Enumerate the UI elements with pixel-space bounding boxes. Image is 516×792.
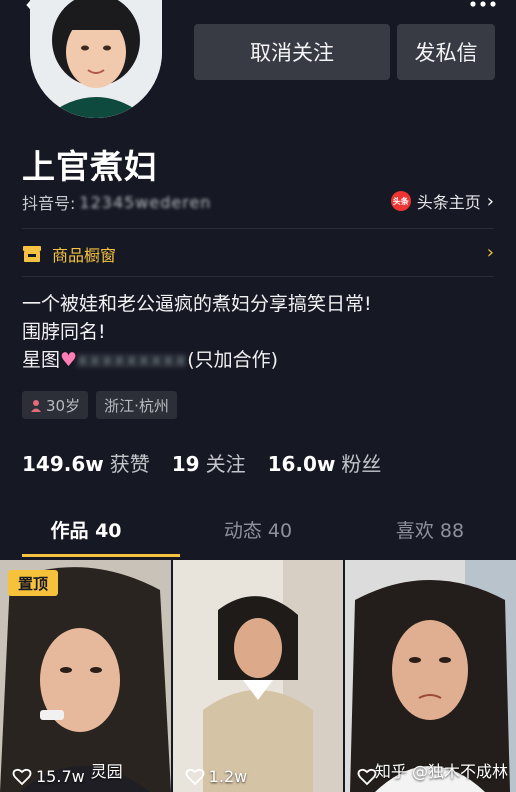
video-thumbnail[interactable]: 1.2w [172, 560, 344, 792]
bio-line: 围脖同名! [22, 321, 106, 343]
douyin-id-row: 抖音号: 12345wederen [22, 190, 211, 214]
toutiao-homepage-link[interactable]: 头条 头条主页 › [390, 189, 494, 213]
toutiao-logo-icon: 头条 [390, 191, 411, 211]
bio-line: 一个被娃和老公逼疯的煮妇分享搞笑日常! [22, 293, 372, 315]
fans-count[interactable]: 16.0w [268, 452, 336, 476]
avatar[interactable] [30, 0, 162, 118]
toutiao-label: 头条主页 [416, 193, 481, 212]
tab-likes[interactable]: 喜欢 88 [344, 516, 516, 558]
video-grid: 置顶 15.7w 灵园 1.2w 知乎 @独木不成林 [0, 560, 516, 792]
video-likes-count: 15.7w [36, 767, 85, 786]
heart-outline-icon [12, 768, 32, 785]
active-tab-indicator [22, 554, 180, 557]
video-likes-count: 1.2w [208, 767, 248, 786]
video-thumbnail-image [172, 560, 344, 792]
following-count[interactable]: 19 [172, 452, 200, 476]
female-icon [31, 399, 41, 412]
video-thumbnail[interactable]: 置顶 15.7w 灵园 [0, 560, 171, 792]
pinned-badge: 置顶 [8, 570, 59, 596]
tab-dynamics[interactable]: 动态 40 [172, 516, 344, 558]
stats-row: 149.6w 获赞 19 关注 16.0w 粉丝 [22, 448, 403, 477]
fans-label[interactable]: 粉丝 [341, 448, 381, 477]
blurred-contact: xxxxxxxxx [77, 349, 188, 371]
following-label[interactable]: 关注 [206, 448, 246, 477]
product-showcase-link[interactable]: 商品橱窗 › [22, 240, 494, 268]
bio: 一个被娃和老公逼疯的煮妇分享搞笑日常! 围脖同名! 星图♥xxxxxxxxx(只… [22, 290, 372, 374]
likes-count: 149.6w [22, 452, 104, 476]
content-tabs: 作品 40 动态 40 喜欢 88 [0, 516, 516, 558]
location-tag: 浙江·杭州 [96, 391, 177, 419]
pink-heart-icon: ♥ [60, 349, 78, 371]
zhihu-watermark: 知乎 @独木不成林 [374, 762, 509, 781]
video-likes: 1.2w [185, 767, 248, 786]
chevron-right-icon: › [486, 242, 494, 263]
likes-label: 获赞 [109, 452, 150, 476]
heart-outline-icon [185, 768, 205, 785]
more-icon[interactable] [468, 0, 498, 10]
product-showcase-label: 商品橱窗 [52, 246, 117, 265]
chevron-right-icon: › [486, 190, 494, 212]
video-overlay-text: 灵园 [90, 762, 123, 781]
bio-line-prefix: 星图 [22, 349, 61, 371]
bio-line-suffix: (只加合作) [187, 349, 279, 371]
shop-icon [23, 246, 41, 262]
profile-name: 上官煮妇 [22, 147, 158, 186]
divider [22, 228, 494, 229]
douyin-id-value: 12345wederen [79, 192, 212, 212]
location-label: 浙江·杭州 [104, 396, 169, 415]
douyin-id-label: 抖音号: [22, 194, 76, 213]
send-message-button[interactable]: 发私信 [397, 24, 495, 80]
bio-line: 星图♥xxxxxxxxx(只加合作) [22, 346, 372, 374]
age-label: 30岁 [46, 396, 81, 415]
avatar-image [30, 0, 162, 118]
profile-tags: 30岁 浙江·杭州 [22, 391, 177, 419]
video-likes: 15.7w [12, 767, 85, 786]
tab-works[interactable]: 作品 40 [0, 516, 172, 558]
unfollow-button[interactable]: 取消关注 [194, 24, 390, 80]
divider [22, 276, 494, 277]
video-thumbnail[interactable]: 知乎 @独木不成林 [345, 560, 516, 792]
age-tag: 30岁 [22, 391, 89, 419]
